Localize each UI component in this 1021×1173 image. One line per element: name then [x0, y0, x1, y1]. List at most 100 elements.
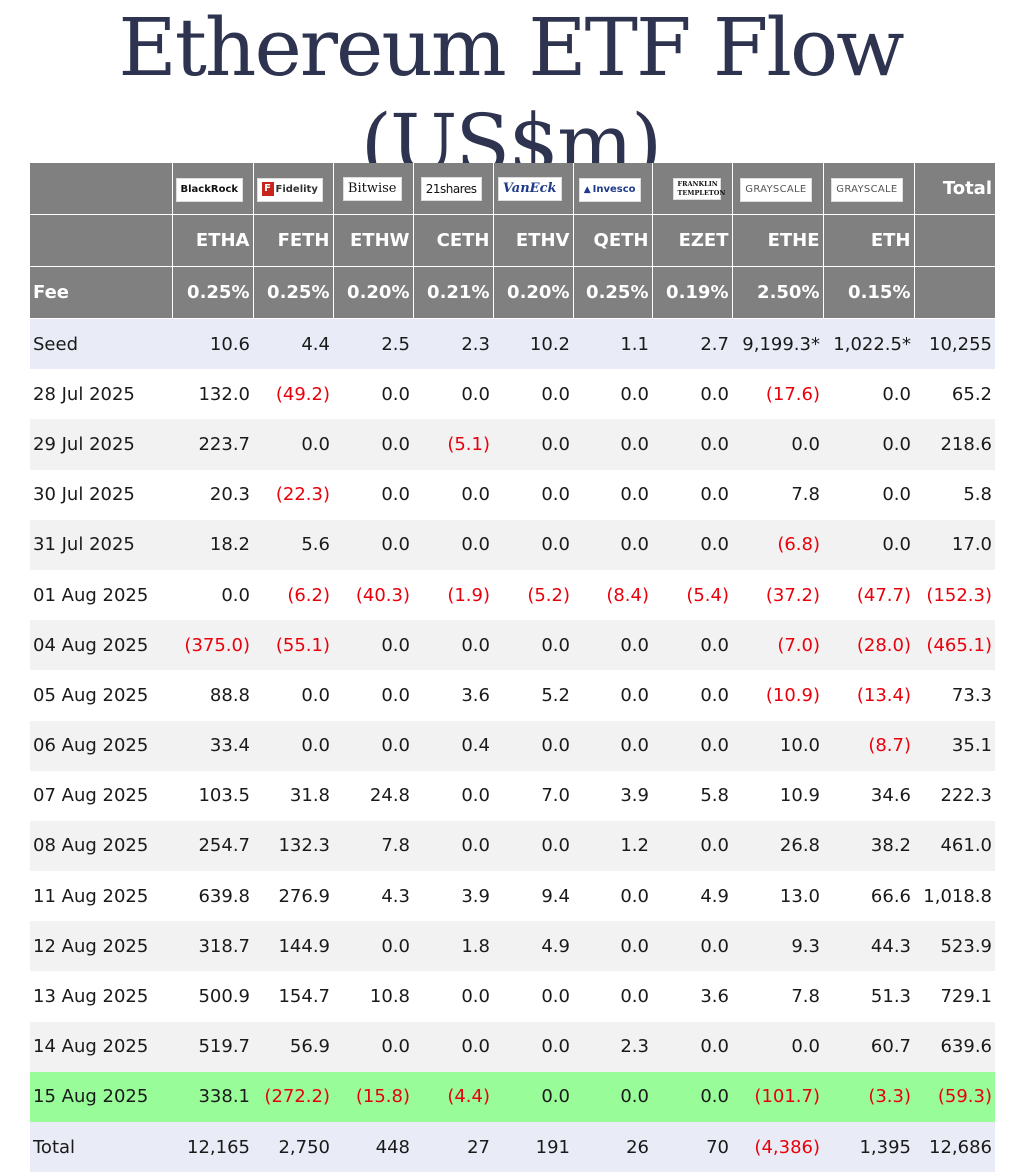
flow-cell: (37.2) — [732, 569, 823, 621]
21shares-logo-icon: 21shares — [420, 176, 482, 201]
flow-cell: (47.7) — [823, 569, 914, 621]
flow-cell: 0.0 — [493, 419, 573, 470]
ticker-cell: QETH — [573, 214, 653, 267]
ticker-cell: ETHV — [493, 214, 574, 267]
row-total-cell: (59.3) — [914, 1071, 995, 1122]
flow-cell: (10.9) — [732, 670, 823, 721]
flow-cell: (1.9) — [413, 569, 493, 621]
flow-cell: 500.9 — [172, 971, 253, 1022]
flow-cell: 0.0 — [413, 820, 493, 872]
table-row: 31 Jul 2025 18.2 5.6 0.0 0.0 0.0 0.0 0.0 (6.8) 0.… — [30, 519, 995, 570]
flow-cell: 0.0 — [253, 670, 333, 721]
flow-cell: 4.9 — [652, 871, 732, 922]
flow-cell: 0.0 — [573, 519, 652, 570]
fee-label: Fee — [30, 266, 173, 319]
flow-cell: 13.0 — [732, 871, 823, 922]
flow-cell: 9.3 — [732, 921, 823, 972]
flow-cell: 0.0 — [333, 921, 413, 972]
flow-cell: 0.0 — [652, 670, 732, 721]
fee-cell: 0.25% — [573, 266, 653, 319]
flow-cell: 3.9 — [413, 871, 493, 922]
flow-cell: 7.8 — [333, 820, 413, 872]
fee-cell: 0.15% — [823, 266, 915, 319]
issuer-logo-bitwise: Bitwise — [333, 163, 414, 215]
row-date: 28 Jul 2025 — [30, 369, 172, 420]
flow-cell: (40.3) — [333, 569, 413, 621]
header-fee-row: Fee 0.25% 0.25% 0.20% 0.21% 0.20% 0.25% … — [30, 266, 995, 319]
table-row: 28 Jul 2025 132.0 (49.2) 0.0 0.0 0.0 0.0 0.0 (17… — [30, 369, 995, 420]
flow-cell: 0.0 — [652, 469, 732, 520]
flow-cell: 5.2 — [493, 670, 573, 721]
flow-cell: 0.0 — [573, 369, 652, 420]
flow-cell: 0.0 — [333, 620, 413, 671]
issuer-logo-grayscale-eth: GRAYSCALE — [823, 163, 915, 215]
row-total-cell: 729.1 — [914, 971, 995, 1022]
flow-cell: (5.2) — [493, 569, 573, 621]
flow-cell: 12,165 — [172, 1122, 253, 1173]
header-ticker-row: ETHA FETH ETHW CETH ETHV QETH EZET ETHE … — [30, 214, 995, 267]
blackrock-logo-icon: BlackRock — [175, 177, 244, 202]
table-row: 30 Jul 2025 20.3 (22.3) 0.0 0.0 0.0 0.0 0.0 7.8 0… — [30, 469, 995, 520]
fidelity-logo-icon: F Fidelity — [256, 177, 323, 202]
flow-cell: 31.8 — [253, 770, 333, 821]
flow-cell: 18.2 — [172, 519, 253, 570]
issuer-logo-invesco: ▲ Invesco — [573, 163, 653, 215]
flow-cell: 0.0 — [493, 820, 573, 872]
ticker-cell: FETH — [253, 214, 334, 267]
row-date: Seed — [30, 318, 172, 370]
table-row: 15 Aug 2025 338.1 (272.2) (15.8) (4.4) 0.0 0.0… — [30, 1071, 995, 1122]
fidelity-logo-text: Fidelity — [275, 183, 318, 195]
flow-cell: 0.0 — [493, 369, 573, 420]
row-total-cell: (152.3) — [914, 569, 995, 621]
flow-cell: 103.5 — [172, 770, 253, 821]
flow-cell: 132.0 — [172, 369, 253, 420]
ticker-corner-cell — [30, 214, 173, 267]
flow-cell: 0.0 — [652, 1071, 732, 1122]
row-date: 06 Aug 2025 — [30, 720, 172, 771]
ticker-cell: ETHA — [172, 214, 254, 267]
row-total-cell: 35.1 — [914, 720, 995, 771]
flow-cell: 0.0 — [413, 469, 493, 520]
flow-cell: 0.0 — [333, 469, 413, 520]
ticker-cell: ETHW — [333, 214, 414, 267]
flow-cell: 0.0 — [333, 1021, 413, 1072]
row-total-cell: 17.0 — [914, 519, 995, 570]
table-row: 01 Aug 2025 0.0 (6.2) (40.3) (1.9) (5.2) (8.4)… — [30, 569, 995, 621]
flow-cell: 3.6 — [652, 971, 732, 1022]
row-date: 04 Aug 2025 — [30, 620, 172, 671]
flow-cell: 24.8 — [333, 770, 413, 821]
invesco-logo-icon: ▲ Invesco — [578, 177, 641, 202]
row-date: 13 Aug 2025 — [30, 971, 172, 1022]
flow-cell: 338.1 — [172, 1071, 253, 1122]
flow-cell: 1,022.5* — [823, 318, 914, 370]
row-date: 30 Jul 2025 — [30, 469, 172, 520]
flow-cell: 51.3 — [823, 971, 914, 1022]
fee-cell: 0.20% — [493, 266, 574, 319]
flow-cell: (6.2) — [253, 569, 333, 621]
flow-cell: (375.0) — [172, 620, 253, 671]
flow-cell: 0.0 — [823, 469, 914, 520]
flow-cell: 2.5 — [333, 318, 413, 370]
flow-cell: 4.3 — [333, 871, 413, 922]
vaneck-logo-icon: VanEck — [497, 177, 562, 201]
flow-cell: 27 — [413, 1122, 493, 1173]
flow-cell: 0.0 — [413, 519, 493, 570]
flow-cell: 0.0 — [493, 469, 573, 520]
table-row: 06 Aug 2025 33.4 0.0 0.0 0.4 0.0 0.0 0.0 10.0 (8.… — [30, 720, 995, 771]
row-total-cell: (465.1) — [914, 620, 995, 671]
row-total-cell: 10,255 — [914, 318, 995, 370]
flow-cell: 0.0 — [493, 720, 573, 771]
flow-cell: 0.0 — [652, 369, 732, 420]
fee-total-empty — [914, 266, 995, 319]
flow-cell: 0.0 — [652, 620, 732, 671]
flow-cell: 318.7 — [172, 921, 253, 972]
flow-cell: (101.7) — [732, 1071, 823, 1122]
issuer-logo-grayscale-ethe: GRAYSCALE — [732, 163, 824, 215]
flow-cell: (17.6) — [732, 369, 823, 420]
flow-cell: 10.8 — [333, 971, 413, 1022]
row-total-cell: 523.9 — [914, 921, 995, 972]
flow-cell: 3.6 — [413, 670, 493, 721]
flow-cell: 9,199.3* — [732, 318, 823, 370]
flow-cell: 0.0 — [573, 620, 652, 671]
flow-cell: (272.2) — [253, 1071, 333, 1122]
